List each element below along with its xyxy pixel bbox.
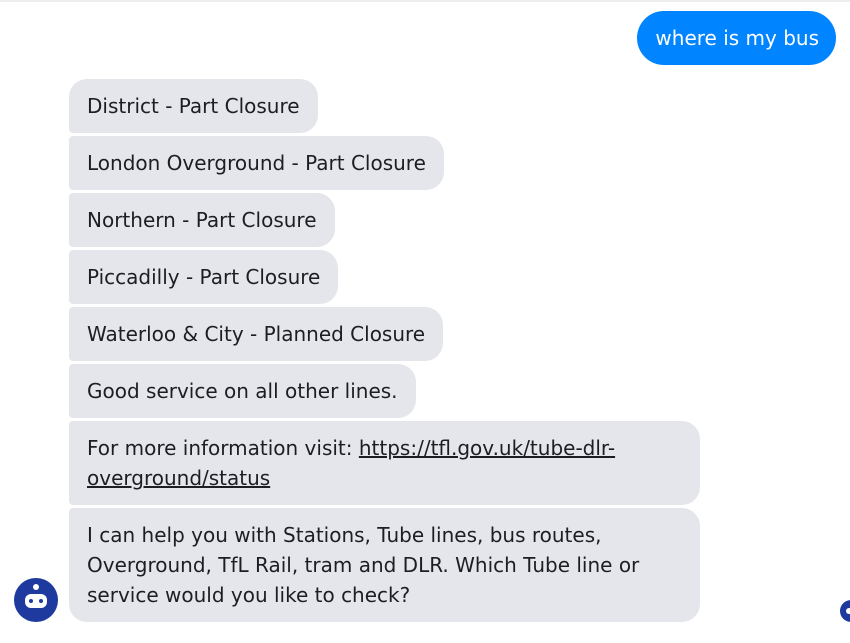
bot-message-bubble: Northern - Part Closure <box>69 193 335 247</box>
bot-message-text: Piccadilly - Part Closure <box>87 265 321 289</box>
robot-face <box>25 594 47 608</box>
bot-message-bubble: District - Part Closure <box>69 79 318 133</box>
user-message-text: where is my bus <box>655 26 819 50</box>
chat-window: where is my bus District - Part Closure … <box>0 0 850 643</box>
bot-message-text: London Overground - Part Closure <box>87 151 426 175</box>
bot-message-bubble: London Overground - Part Closure <box>69 136 444 190</box>
user-message-bubble: where is my bus <box>637 11 836 65</box>
bot-message-text: District - Part Closure <box>87 94 300 118</box>
help-message-text: I can help you with Stations, Tube lines… <box>87 523 640 607</box>
antenna <box>33 584 39 590</box>
bot-message-text: Northern - Part Closure <box>87 208 317 232</box>
divider <box>0 0 850 2</box>
robot-eye <box>39 599 43 603</box>
info-prefix-text: For more information visit: <box>87 436 359 460</box>
robot-eye <box>29 599 33 603</box>
bot-info-bubble: For more information visit: https://tfl.… <box>69 421 700 505</box>
bot-help-bubble: I can help you with Stations, Tube lines… <box>69 508 700 622</box>
bot-message-bubble: Waterloo & City - Planned Closure <box>69 307 444 361</box>
read-receipt-icon <box>840 600 850 622</box>
read-receipt-face <box>846 608 850 614</box>
bot-message-bubble: Piccadilly - Part Closure <box>69 250 339 304</box>
bot-message-text: Waterloo & City - Planned Closure <box>87 322 426 346</box>
bot-message-group: District - Part Closure London Overgroun… <box>69 79 759 625</box>
bot-message-text: Good service on all other lines. <box>87 379 398 403</box>
bot-message-bubble: Good service on all other lines. <box>69 364 416 418</box>
robot-icon <box>14 578 58 622</box>
